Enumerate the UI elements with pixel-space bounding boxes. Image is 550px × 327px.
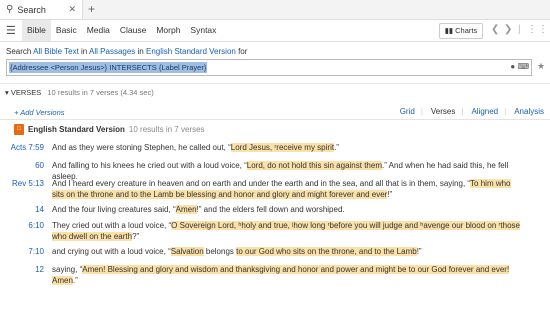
add-versions-button[interactable]: + Add Versions: [14, 108, 65, 117]
view-separator: |: [461, 107, 464, 116]
tab-clause[interactable]: Clause: [115, 20, 151, 41]
verse-text-segment: !”: [387, 190, 393, 199]
verse-reference-link[interactable]: Rev 5:13: [0, 178, 44, 189]
tab-media[interactable]: Media: [82, 20, 115, 41]
verse-reference-link[interactable]: 6:10: [0, 220, 44, 231]
in-word-2: in: [137, 47, 144, 56]
forward-icon[interactable]: ❯: [504, 24, 512, 35]
verse-text-segment: and crying out with a loud voice, “: [52, 247, 171, 256]
verse-text-segment: .”: [334, 143, 339, 152]
nav-separator: |: [518, 24, 521, 35]
version-result-count: 10 results in 7 verses: [128, 125, 205, 134]
more-icon[interactable]: ⋮: [527, 24, 537, 35]
verse-reference-link[interactable]: 12: [0, 264, 44, 275]
in-word: in: [81, 47, 88, 56]
verse-reference-link[interactable]: Acts 7:59: [0, 142, 44, 153]
new-tab-icon[interactable]: +: [88, 2, 95, 16]
menu-icon[interactable]: ☰: [6, 24, 16, 37]
collapse-icon[interactable]: ▾: [5, 88, 9, 97]
verse-text-segment: ?”: [132, 232, 140, 241]
charts-button[interactable]: ▮▮ Charts: [439, 23, 483, 39]
view-tabs: Grid | Verses | Aligned | Analysis: [392, 107, 544, 116]
tab-morph[interactable]: Morph: [151, 20, 185, 41]
search-hit-highlight: Lord, do not hold this sin against them: [246, 161, 382, 170]
verse-text-segment: And I heard every creature in heaven and…: [52, 179, 471, 188]
for-word: for: [238, 47, 248, 56]
verse-text-segment: saying, “: [52, 265, 83, 274]
version-header: □ English Standard Version 10 results in…: [14, 124, 205, 135]
version-title: English Standard Version: [28, 125, 125, 134]
verse-text: They cried out with a loud voice, “O Sov…: [52, 220, 522, 242]
version-link[interactable]: English Standard Version: [146, 47, 236, 56]
search-hit-highlight: Amen: [175, 205, 197, 214]
search-hit-highlight: Lord Jesus, ʳreceive my spirit: [230, 143, 335, 152]
verses-header[interactable]: ▾ VERSES 10 results in 7 verses (4.34 se…: [5, 88, 154, 97]
text-scope-link[interactable]: All Bible Text: [33, 47, 79, 56]
tab-search[interactable]: ⚲ Search ✕: [0, 0, 83, 19]
search-query-text: {Addressee <Person Jesus>} INTERSECTS {L…: [9, 62, 208, 73]
verse-text-segment: They cried out with a loud voice, “: [52, 221, 172, 230]
view-verses[interactable]: Verses: [431, 107, 455, 116]
tab-basic[interactable]: Basic: [51, 20, 82, 41]
search-hit-highlight: Salvation: [170, 247, 204, 256]
verse-text-segment: .”: [72, 276, 78, 285]
search-description: Search All Bible Text in All Passages in…: [6, 47, 247, 56]
verses-heading: VERSES: [10, 88, 42, 97]
chart-icon: ▮▮: [444, 26, 456, 35]
verse-reference-link[interactable]: 14: [0, 204, 44, 215]
history-icon[interactable]: ●: [510, 62, 515, 71]
divider: [0, 119, 550, 120]
toolbar: ☰ Bible Basic Media Clause Morph Syntax …: [0, 20, 550, 42]
view-separator: |: [504, 107, 507, 116]
search-icon: ⚲: [6, 4, 14, 15]
search-hit-highlight: to our God who sits on the throne, and t…: [236, 247, 417, 256]
close-icon[interactable]: ✕: [68, 4, 76, 15]
verse-text-segment: And as they were stoning Stephen, he cal…: [52, 143, 231, 152]
view-separator: |: [420, 107, 423, 116]
search-prefix: Search: [6, 47, 32, 56]
search-input[interactable]: {Addressee <Person Jesus>} INTERSECTS {L…: [6, 59, 532, 76]
charts-label: Charts: [455, 26, 478, 35]
verse-text: saying, “Amen! Blessing and glory and wi…: [52, 264, 522, 286]
verse-text: And I heard every creature in heaven and…: [52, 178, 522, 200]
keyboard-icon[interactable]: ⌨: [517, 62, 529, 71]
result-count: 10 results in 7 verses (4.34 sec): [47, 88, 154, 97]
search-type-tabs: Bible Basic Media Clause Morph Syntax: [22, 20, 221, 41]
search-box-icons: ● ⌨: [510, 62, 529, 71]
passage-scope-link[interactable]: All Passages: [89, 47, 135, 56]
view-analysis[interactable]: Analysis: [514, 107, 544, 116]
verse-text: And the four living creatures said, “Ame…: [52, 204, 522, 215]
verse-text: And as they were stoning Stephen, he cal…: [52, 142, 522, 153]
add-versions-label: Add Versions: [20, 108, 65, 117]
verse-text-segment: And falling to his knees he cried out wi…: [52, 161, 247, 170]
verse-text-segment: belongs: [203, 247, 237, 256]
overflow-icon[interactable]: ⋮: [538, 24, 548, 35]
tab-title: Search: [17, 4, 46, 15]
view-aligned[interactable]: Aligned: [471, 107, 498, 116]
tab-syntax[interactable]: Syntax: [185, 20, 221, 41]
verse-text-segment: And the four living creatures said, “: [52, 205, 176, 214]
tab-bible[interactable]: Bible: [22, 20, 51, 41]
verse-text-segment: !” and the elders fell down and worshipe…: [196, 205, 345, 214]
book-icon: □: [14, 124, 24, 135]
star-icon[interactable]: ★: [537, 61, 545, 72]
verse-reference-link[interactable]: 7:10: [0, 246, 44, 257]
verse-reference-link[interactable]: 60: [0, 160, 44, 171]
search-hit-highlight: Amen! Blessing and glory and wisdom and …: [82, 265, 409, 274]
title-bar: ⚲ Search ✕ +: [0, 0, 550, 20]
back-icon[interactable]: ❮: [491, 24, 499, 35]
verse-text-segment: !”: [416, 247, 422, 256]
divider: [0, 83, 550, 84]
view-grid[interactable]: Grid: [400, 107, 415, 116]
verse-text: and crying out with a loud voice, “Salva…: [52, 246, 522, 257]
